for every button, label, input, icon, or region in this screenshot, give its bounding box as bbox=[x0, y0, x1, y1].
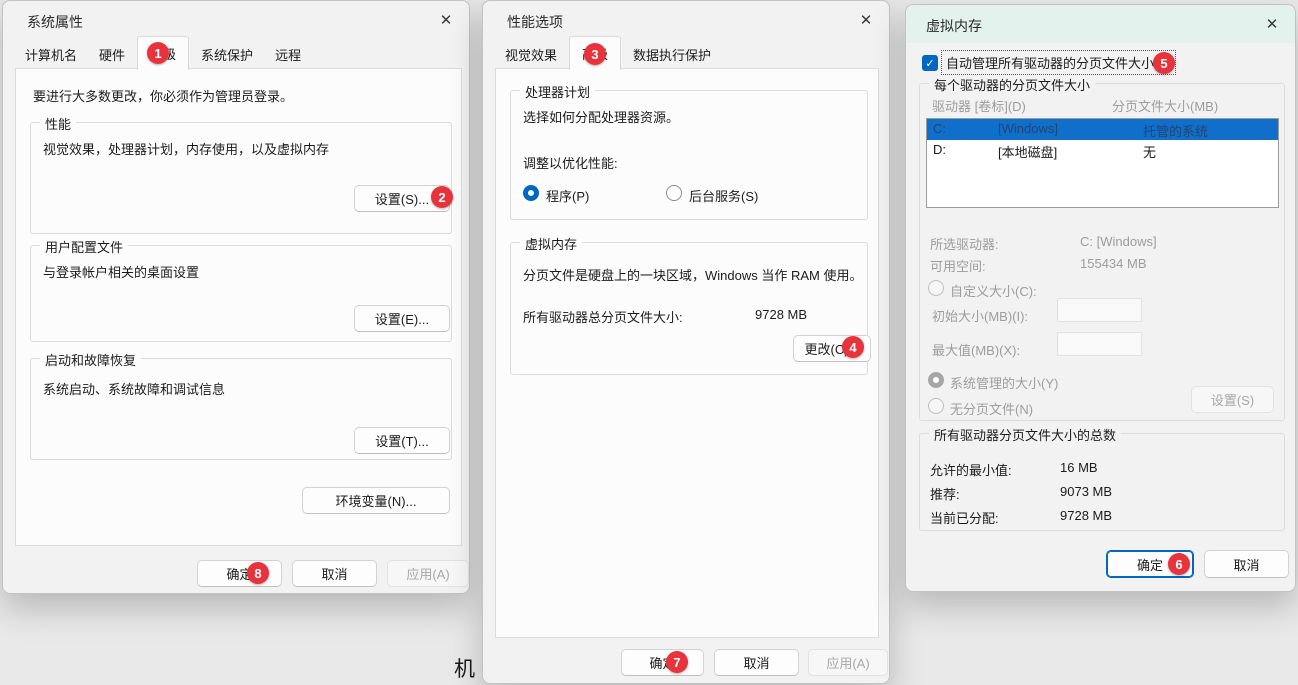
currently-allocated-label: 当前已分配: bbox=[930, 508, 999, 527]
radio-background-services-label[interactable]: 后台服务(S) bbox=[689, 186, 758, 205]
close-icon[interactable]: ✕ bbox=[855, 9, 877, 31]
set-button[interactable]: 设置(S) bbox=[1191, 386, 1274, 413]
performance-desc: 视觉效果，处理器计划，内存使用，以及虚拟内存 bbox=[43, 139, 329, 158]
radio-programs-label[interactable]: 程序(P) bbox=[546, 186, 589, 205]
recommended-label: 推荐: bbox=[930, 484, 960, 503]
cancel-button[interactable]: 取消 bbox=[292, 560, 377, 587]
advanced-tabpage: 要进行大多数更改，你必须作为管理员登录。 性能 视觉效果，处理器计划，内存使用，… bbox=[15, 68, 462, 546]
apply-button[interactable]: 应用(A) bbox=[808, 649, 888, 676]
drive-volume: [本地磁盘] bbox=[998, 142, 1143, 161]
dialog-title: 性能选项 bbox=[507, 12, 563, 32]
user-profiles-settings-button[interactable]: 设置(E)... bbox=[354, 305, 450, 332]
initial-size-label: 初始大小(MB)(I): bbox=[932, 306, 1028, 325]
virtual-memory-dialog: 虚拟内存 ✕ ✓ 自动管理所有驱动器的分页文件大小(A) 5 每个驱动器的分页文… bbox=[905, 4, 1296, 592]
cancel-button[interactable]: 取消 bbox=[1204, 550, 1289, 578]
total-paging-label: 所有驱动器总分页文件大小: bbox=[523, 307, 683, 326]
paging-file-desc: 分页文件是硬盘上的一块区域，Windows 当作 RAM 使用。 bbox=[523, 265, 862, 284]
currently-allocated-value: 9728 MB bbox=[1060, 508, 1112, 523]
advanced-tabpage: 处理器计划 选择如何分配处理器资源。 调整以优化性能: 程序(P) 后台服务(S… bbox=[495, 68, 879, 638]
processor-scheduling-group: 处理器计划 选择如何分配处理器资源。 调整以优化性能: 程序(P) 后台服务(S… bbox=[510, 90, 868, 220]
tab-computer-name[interactable]: 计算机名 bbox=[15, 41, 87, 69]
apply-button[interactable]: 应用(A) bbox=[387, 560, 469, 587]
radio-programs[interactable] bbox=[523, 185, 539, 201]
step-badge-1: 1 bbox=[147, 42, 169, 64]
processor-desc: 选择如何分配处理器资源。 bbox=[523, 107, 679, 126]
selected-drive-value: C: [Windows] bbox=[1080, 234, 1157, 249]
total-paging-value: 9728 MB bbox=[755, 307, 807, 322]
dialog-title: 系统属性 bbox=[27, 12, 83, 32]
min-allowed-value: 16 MB bbox=[1060, 460, 1098, 475]
radio-system-managed[interactable] bbox=[928, 372, 944, 388]
drive-paging-size: 无 bbox=[1143, 142, 1278, 161]
radio-no-paging-label[interactable]: 无分页文件(N) bbox=[950, 399, 1033, 418]
min-allowed-label: 允许的最小值: bbox=[930, 460, 1012, 479]
user-profiles-legend: 用户配置文件 bbox=[40, 237, 128, 256]
processor-scheduling-legend: 处理器计划 bbox=[520, 82, 595, 101]
performance-options-dialog: 性能选项 ✕ 视觉效果 高级 数据执行保护 3 处理器计划 选择如何分配处理器资… bbox=[482, 0, 890, 684]
step-badge-8: 8 bbox=[247, 562, 269, 584]
performance-legend: 性能 bbox=[40, 114, 76, 133]
radio-system-managed-label[interactable]: 系统管理的大小(Y) bbox=[950, 373, 1058, 392]
tab-visual-effects[interactable]: 视觉效果 bbox=[495, 41, 567, 69]
radio-no-paging[interactable] bbox=[928, 398, 944, 414]
ok-button[interactable]: 确定 bbox=[197, 560, 282, 587]
cancel-button[interactable]: 取消 bbox=[714, 649, 799, 676]
max-size-label: 最大值(MB)(X): bbox=[932, 340, 1020, 359]
step-badge-4: 4 bbox=[842, 336, 864, 358]
adjust-label: 调整以优化性能: bbox=[523, 153, 618, 172]
ok-button[interactable]: 确定 bbox=[621, 649, 704, 676]
per-drive-group: 每个驱动器的分页文件大小 驱动器 [卷标](D) 分页文件大小(MB) C: [… bbox=[919, 83, 1285, 421]
step-badge-5: 5 bbox=[1153, 52, 1175, 74]
system-properties-dialog: 系统属性 ✕ 计算机名 硬件 高级 系统保护 远程 1 要进行大多数更改，你必须… bbox=[2, 0, 470, 594]
step-badge-6: 6 bbox=[1168, 553, 1190, 575]
tab-system-protection[interactable]: 系统保护 bbox=[191, 41, 263, 69]
tab-remote[interactable]: 远程 bbox=[265, 41, 311, 69]
drive-letter: C: bbox=[933, 121, 998, 140]
selected-drive-label: 所选驱动器: bbox=[930, 234, 999, 253]
startup-recovery-legend: 启动和故障恢复 bbox=[40, 350, 141, 369]
totals-group: 所有驱动器分页文件大小的总数 允许的最小值: 16 MB 推荐: 9073 MB… bbox=[919, 433, 1285, 531]
startup-recovery-desc: 系统启动、系统故障和调试信息 bbox=[43, 379, 225, 398]
dialog-title: 虚拟内存 bbox=[926, 16, 982, 36]
initial-size-input[interactable] bbox=[1057, 298, 1142, 322]
drive-paging-size: 托管的系统 bbox=[1143, 121, 1278, 140]
step-badge-7: 7 bbox=[666, 651, 688, 673]
step-badge-2: 2 bbox=[431, 186, 453, 208]
drive-letter: D: bbox=[933, 142, 998, 161]
radio-custom-size-label[interactable]: 自定义大小(C): bbox=[950, 281, 1037, 300]
step-badge-3: 3 bbox=[584, 43, 606, 65]
per-drive-legend: 每个驱动器的分页文件大小 bbox=[929, 75, 1095, 94]
background-text: 机 bbox=[454, 653, 475, 683]
column-drive-header: 驱动器 [卷标](D) bbox=[932, 96, 1026, 115]
close-icon[interactable]: ✕ bbox=[1261, 13, 1283, 35]
radio-custom-size[interactable] bbox=[928, 280, 944, 296]
radio-background-services[interactable] bbox=[666, 185, 682, 201]
totals-legend: 所有驱动器分页文件大小的总数 bbox=[929, 425, 1121, 444]
drive-row-d[interactable]: D: [本地磁盘] 无 bbox=[927, 140, 1278, 161]
tab-hardware[interactable]: 硬件 bbox=[89, 41, 135, 69]
drive-row-c[interactable]: C: [Windows] 托管的系统 bbox=[927, 119, 1278, 140]
auto-manage-checkbox[interactable]: ✓ bbox=[922, 55, 938, 71]
free-space-label: 可用空间: bbox=[930, 256, 986, 275]
close-icon[interactable]: ✕ bbox=[435, 9, 457, 31]
recommended-value: 9073 MB bbox=[1060, 484, 1112, 499]
user-profiles-desc: 与登录帐户相关的桌面设置 bbox=[43, 262, 199, 281]
performance-options-tabs: 视觉效果 高级 数据执行保护 bbox=[495, 41, 723, 69]
environment-variables-button[interactable]: 环境变量(N)... bbox=[302, 487, 450, 514]
startup-recovery-settings-button[interactable]: 设置(T)... bbox=[354, 427, 450, 454]
tab-dep[interactable]: 数据执行保护 bbox=[623, 41, 721, 69]
max-size-input[interactable] bbox=[1057, 332, 1142, 356]
column-size-header: 分页文件大小(MB) bbox=[1112, 96, 1218, 115]
performance-group: 性能 视觉效果，处理器计划，内存使用，以及虚拟内存 bbox=[30, 122, 452, 234]
performance-options-titlebar: 性能选项 ✕ bbox=[483, 1, 889, 39]
free-space-value: 155434 MB bbox=[1080, 256, 1147, 271]
auto-manage-label[interactable]: 自动管理所有驱动器的分页文件大小(A) bbox=[942, 51, 1175, 74]
virtual-memory-titlebar: 虚拟内存 ✕ bbox=[906, 5, 1295, 43]
admin-note: 要进行大多数更改，你必须作为管理员登录。 bbox=[33, 86, 293, 105]
virtual-memory-legend: 虚拟内存 bbox=[520, 234, 582, 253]
drive-listbox[interactable]: C: [Windows] 托管的系统 D: [本地磁盘] 无 bbox=[926, 118, 1279, 208]
system-properties-titlebar: 系统属性 ✕ bbox=[3, 1, 469, 39]
drive-volume: [Windows] bbox=[998, 121, 1143, 140]
